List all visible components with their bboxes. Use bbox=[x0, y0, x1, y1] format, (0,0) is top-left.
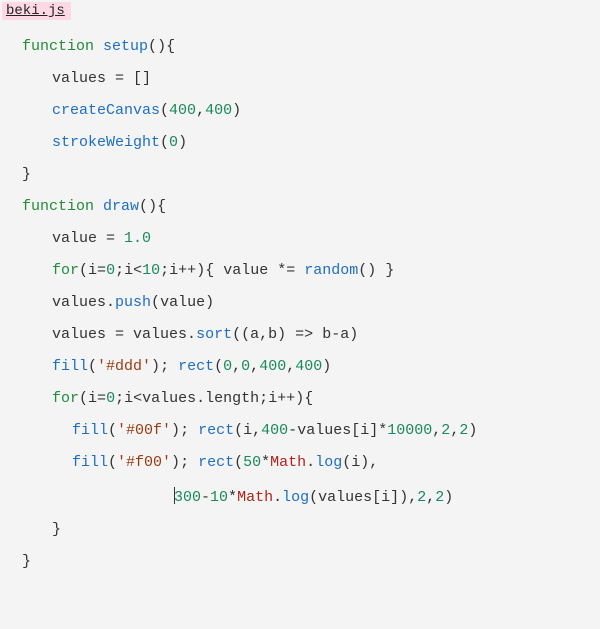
keyword-function: function bbox=[22, 38, 94, 55]
keyword-for: for bbox=[52, 390, 79, 407]
code-line: fill('#f00'); rect(50*Math.log(i), bbox=[0, 446, 600, 478]
code-line: strokeWeight(0) bbox=[0, 126, 600, 158]
math-object: Math bbox=[237, 489, 273, 506]
code-line: value = 1.0 bbox=[0, 222, 600, 254]
fn-draw: draw bbox=[103, 198, 139, 215]
code-line: fill('#ddd'); rect(0,0,400,400) bbox=[0, 350, 600, 382]
code-line: for(i=0;i<values.length;i++){ bbox=[0, 382, 600, 414]
code-line: } bbox=[0, 513, 600, 545]
code-line: } bbox=[0, 158, 600, 190]
math-object: Math bbox=[270, 454, 306, 471]
file-tab[interactable]: beki.js bbox=[2, 2, 71, 20]
code-line: values = [] bbox=[0, 62, 600, 94]
code-line: createCanvas(400,400) bbox=[0, 94, 600, 126]
code-line: function draw(){ bbox=[0, 190, 600, 222]
code-line: fill('#00f'); rect(i,400-values[i]*10000… bbox=[0, 414, 600, 446]
keyword-function: function bbox=[22, 198, 94, 215]
code-line: 300-10*Math.log(values[i]),2,2) bbox=[0, 478, 600, 513]
code-line: values.push(value) bbox=[0, 286, 600, 318]
code-line: } bbox=[0, 545, 600, 577]
code-line: function setup(){ bbox=[0, 30, 600, 62]
fn-setup: setup bbox=[103, 38, 148, 55]
code-line: values = values.sort((a,b) => b-a) bbox=[0, 318, 600, 350]
file-name: beki.js bbox=[6, 3, 65, 19]
code-line: for(i=0;i<10;i++){ value *= random() } bbox=[0, 254, 600, 286]
keyword-for: for bbox=[52, 262, 79, 279]
code-editor[interactable]: function setup(){ values = [] createCanv… bbox=[0, 26, 600, 577]
